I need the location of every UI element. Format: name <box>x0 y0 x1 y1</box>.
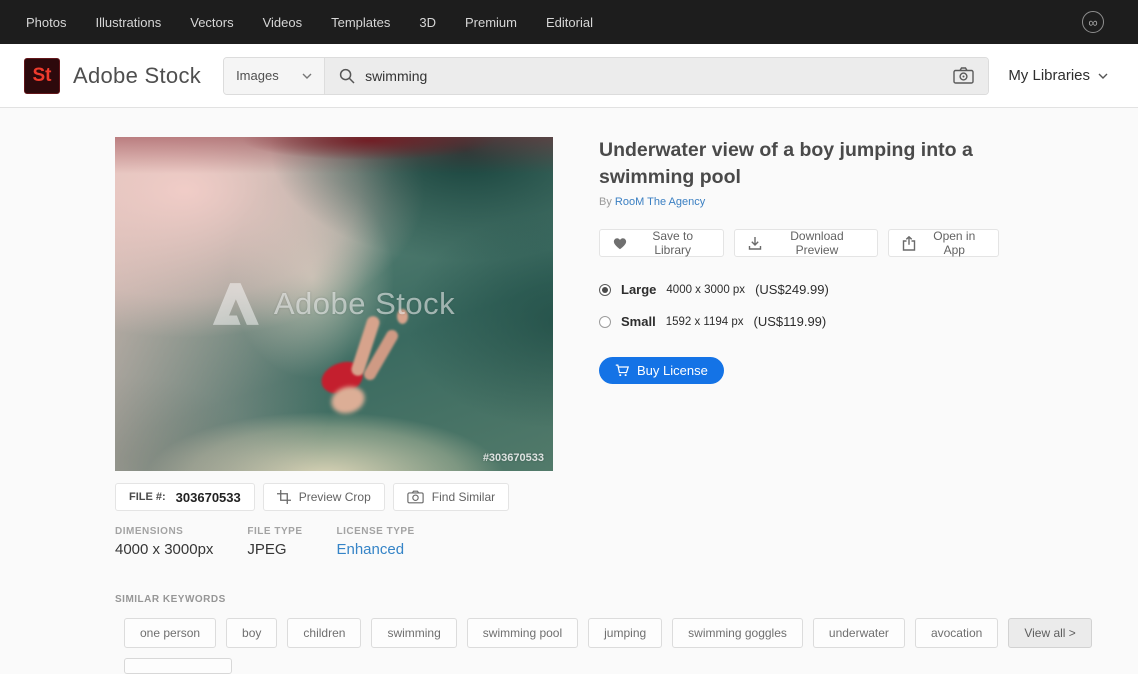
radio-button-large[interactable] <box>599 284 611 296</box>
keyword-chip-boy[interactable]: boy <box>226 618 277 648</box>
category-dropdown-value: Images <box>236 68 279 83</box>
preview-crop-button[interactable]: Preview Crop <box>263 483 385 511</box>
asset-preview-image[interactable]: Adobe Stock #303670533 <box>115 137 553 471</box>
keyword-chips-row: one person boy children swimming swimmin… <box>124 618 1138 648</box>
download-preview-button[interactable]: Download Preview <box>734 229 877 257</box>
license-type-link[interactable]: Enhanced <box>336 541 414 558</box>
top-navigation-bar: Photos Illustrations Vectors Videos Temp… <box>0 0 1138 44</box>
file-number-button[interactable]: FILE #: 303670533 <box>115 483 255 511</box>
keyword-chip-one-person[interactable]: one person <box>124 618 216 648</box>
size-option-dims: 1592 x 1194 px <box>666 316 744 328</box>
keyword-chip-underwater[interactable]: underwater <box>813 618 905 648</box>
dimensions-info: DIMENSIONS 4000 x 3000px <box>115 526 213 558</box>
license-type-info: LICENSE TYPE Enhanced <box>336 526 414 558</box>
keyword-chip-jumping[interactable]: jumping <box>588 618 662 648</box>
open-in-app-button[interactable]: Open in App <box>888 229 1000 257</box>
nav-item-photos[interactable]: Photos <box>26 15 66 30</box>
asset-detail-page: Adobe Stock #303670533 FILE #: 303670533… <box>0 108 1138 674</box>
similar-keywords-label: SIMILAR KEYWORDS <box>115 594 1138 605</box>
creative-cloud-icon[interactable]: ∞ <box>1082 11 1104 33</box>
crop-icon <box>277 490 291 504</box>
radio-button-small[interactable] <box>599 316 611 328</box>
watermark-text: Adobe Stock <box>274 286 455 322</box>
size-option-price: (US$119.99) <box>753 314 826 329</box>
open-in-app-label: Open in App <box>924 229 986 257</box>
camera-icon <box>407 490 424 504</box>
adobe-stock-logo[interactable]: St <box>24 58 60 94</box>
chevron-down-icon <box>302 73 312 79</box>
chevron-down-icon <box>1098 73 1108 79</box>
save-to-library-label: Save to Library <box>635 229 710 257</box>
category-dropdown[interactable]: Images <box>224 58 325 94</box>
keyword-chip-avocation[interactable]: avocation <box>915 618 998 648</box>
search-field <box>325 58 988 94</box>
asset-byline: By RooM The Agency <box>599 196 999 208</box>
nav-item-videos[interactable]: Videos <box>263 15 303 30</box>
byline-prefix: By <box>599 196 612 208</box>
asset-info-row: DIMENSIONS 4000 x 3000px FILE TYPE JPEG … <box>115 526 553 558</box>
find-similar-button[interactable]: Find Similar <box>393 483 509 511</box>
cart-icon <box>615 364 629 377</box>
watermark-file-id: #303670533 <box>483 452 544 464</box>
buy-license-label: Buy License <box>637 363 708 378</box>
top-nav-items: Photos Illustrations Vectors Videos Temp… <box>26 15 593 30</box>
size-option-large[interactable]: Large 4000 x 3000 px (US$249.99) <box>599 282 999 297</box>
keyword-chip-children[interactable]: children <box>287 618 361 648</box>
nav-item-vectors[interactable]: Vectors <box>190 15 233 30</box>
size-option-dims: 4000 x 3000 px <box>666 284 745 296</box>
size-option-small[interactable]: Small 1592 x 1194 px (US$119.99) <box>599 314 999 329</box>
keyword-chip-swimming-pool[interactable]: swimming pool <box>467 618 578 648</box>
find-similar-label: Find Similar <box>432 490 495 504</box>
size-option-name: Small <box>621 314 656 329</box>
buy-license-button[interactable]: Buy License <box>599 357 724 384</box>
partial-chip-cutoff[interactable] <box>124 658 232 674</box>
open-external-icon <box>902 236 916 251</box>
author-link[interactable]: RooM The Agency <box>615 196 705 208</box>
my-libraries-menu[interactable]: My Libraries <box>1008 67 1108 84</box>
file-number-label: FILE #: <box>129 491 166 503</box>
brand-wordmark[interactable]: Adobe Stock <box>73 63 201 89</box>
filetype-label: FILE TYPE <box>247 526 302 537</box>
asset-action-buttons: Save to Library Download Preview Open in… <box>599 229 999 257</box>
nav-item-editorial[interactable]: Editorial <box>546 15 593 30</box>
filetype-info: FILE TYPE JPEG <box>247 526 302 558</box>
view-all-keywords-button[interactable]: View all > <box>1008 618 1091 648</box>
download-preview-label: Download Preview <box>770 229 863 257</box>
asset-detail-column: Underwater view of a boy jumping into a … <box>599 137 999 558</box>
nav-item-illustrations[interactable]: Illustrations <box>95 15 161 30</box>
nav-item-3d[interactable]: 3D <box>419 15 436 30</box>
nav-item-templates[interactable]: Templates <box>331 15 390 30</box>
search-bar: Images <box>223 57 989 95</box>
license-type-label: LICENSE TYPE <box>336 526 414 537</box>
keyword-chip-swimming-goggles[interactable]: swimming goggles <box>672 618 803 648</box>
dimensions-label: DIMENSIONS <box>115 526 213 537</box>
adobe-stock-watermark: Adobe Stock <box>213 283 455 325</box>
size-option-name: Large <box>621 282 656 297</box>
keyword-chip-swimming[interactable]: swimming <box>371 618 456 648</box>
my-libraries-label: My Libraries <box>1008 67 1090 84</box>
file-actions-row: FILE #: 303670533 Preview Crop <box>115 483 553 511</box>
asset-title: Underwater view of a boy jumping into a … <box>599 137 999 191</box>
app-header: St Adobe Stock Images My Libraries <box>0 44 1138 108</box>
asset-preview-column: Adobe Stock #303670533 FILE #: 303670533… <box>115 137 553 558</box>
preview-boy-hand <box>397 309 408 324</box>
save-to-library-button[interactable]: Save to Library <box>599 229 724 257</box>
adobe-a-logo-icon <box>213 283 259 325</box>
file-number-value: 303670533 <box>176 490 241 505</box>
download-icon <box>748 236 762 250</box>
camera-search-icon[interactable] <box>953 67 974 84</box>
size-option-price: (US$249.99) <box>755 282 829 297</box>
similar-keywords-section: SIMILAR KEYWORDS one person boy children… <box>115 594 1138 674</box>
preview-crop-label: Preview Crop <box>299 490 371 504</box>
dimensions-value: 4000 x 3000px <box>115 541 213 558</box>
search-icon <box>339 68 355 84</box>
search-input[interactable] <box>365 68 943 84</box>
nav-item-premium[interactable]: Premium <box>465 15 517 30</box>
license-size-options: Large 4000 x 3000 px (US$249.99) Small 1… <box>599 282 999 329</box>
filetype-value: JPEG <box>247 541 302 558</box>
heart-icon <box>613 237 627 250</box>
